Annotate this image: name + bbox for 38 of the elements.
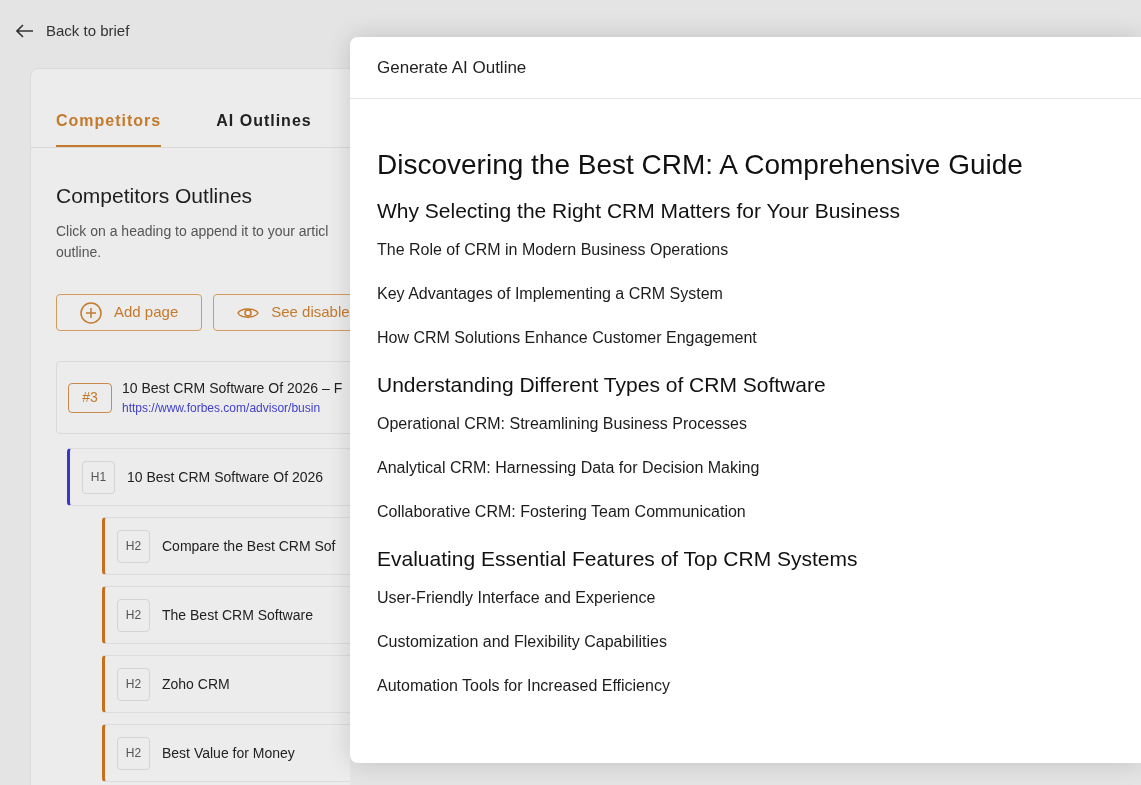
outline-heading[interactable]: Key Advantages of Implementing a CRM System xyxy=(377,283,1141,305)
outline-heading[interactable]: Automation Tools for Increased Efficiency xyxy=(377,675,1141,697)
outline-heading[interactable]: The Role of CRM in Modern Business Operations xyxy=(377,239,1141,261)
section-description: Click on a heading to append it to your articl outline. xyxy=(56,222,330,262)
outline-heading[interactable]: Analytical CRM: Harnessing Data for Decision Making xyxy=(377,457,1141,479)
outline-heading[interactable]: Why Selecting the Right CRM Matters for Your Business xyxy=(377,197,1141,225)
tab[interactable]: AI Outlines xyxy=(216,108,312,147)
heading-row[interactable]: H2 Compare the Best CRM Sof xyxy=(102,517,350,575)
outline-heading[interactable]: Collaborative CRM: Fostering Team Communication xyxy=(377,501,1141,523)
outline-heading[interactable]: Operational CRM: Streamlining Business Processes xyxy=(377,413,1141,435)
heading-level-tag: H1 xyxy=(82,460,115,494)
heading-text: Zoho CRM xyxy=(162,674,230,694)
outline-heading[interactable]: Discovering the Best CRM: A Comprehensive Guide xyxy=(377,148,1141,182)
heading-text: Compare the Best CRM Sof xyxy=(162,536,336,556)
source-link[interactable]: https://www.forbes.com/advisor/busin xyxy=(122,399,343,417)
drawer-title: Generate AI Outline xyxy=(377,56,527,79)
heading-text: 10 Best CRM Software Of 2026 xyxy=(127,467,324,487)
outline-heading[interactable]: User-Friendly Interface and Experience xyxy=(377,587,1141,609)
outline-heading[interactable]: Evaluating Essential Features of Top CRM Systems xyxy=(377,545,1141,573)
heading-text: The Best CRM Software xyxy=(162,605,313,625)
outline-heading[interactable]: Customization and Flexibility Capabilities xyxy=(377,631,1141,653)
outline-heading[interactable]: How CRM Solutions Enhance Customer Engagement xyxy=(377,327,1141,349)
heading-level-tag: H2 xyxy=(117,667,150,701)
section-title: Competitors Outlines xyxy=(56,182,254,209)
heading-row[interactable]: H2 The Best CRM Software xyxy=(102,586,350,644)
heading-level-tag: H2 xyxy=(117,598,150,632)
outline-heading[interactable]: Understanding Different Types of CRM Software xyxy=(377,371,1141,399)
heading-level-tag: H2 xyxy=(117,736,150,770)
rank-badge: #3 xyxy=(68,382,112,413)
plus-circle-icon xyxy=(80,301,102,324)
heading-text: Best Value for Money xyxy=(162,743,295,763)
source-title: 10 Best CRM Software Of 2026 – F xyxy=(122,379,343,398)
heading-row[interactable]: H2 Best Value for Money xyxy=(102,724,350,782)
back-link[interactable]: Back to brief xyxy=(0,0,350,43)
heading-level-tag: H2 xyxy=(117,529,150,563)
heading-row[interactable]: H2 Zoho CRM xyxy=(102,655,350,713)
arrow-left-icon xyxy=(16,24,34,39)
heading-row[interactable]: H1 10 Best CRM Software Of 2026 xyxy=(67,448,350,506)
